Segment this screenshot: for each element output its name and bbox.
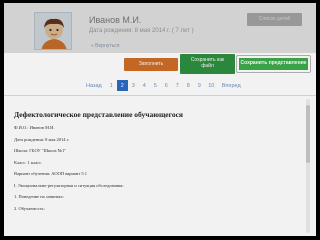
document-title: Дефектологическое представление обучающе… [14, 110, 183, 119]
birth-date: Дата рождения: 8 мая 2014 г. ( 7 лет ) [89, 28, 194, 34]
avatar [34, 12, 72, 50]
document-line: I. Эмоционально-регуляторная и ситуация … [14, 182, 124, 188]
document-scrollbar[interactable] [306, 99, 310, 233]
back-link[interactable]: « Вернуться [91, 43, 119, 49]
child-name: Иванов М.И. [89, 15, 142, 25]
pager-next[interactable]: Вперед [218, 83, 245, 89]
page-number[interactable]: 9 [194, 80, 205, 91]
page-number[interactable]: 4 [139, 80, 150, 91]
pagination: Назад 1 2 3 4 5 6 7 8 9 10 Вперед [82, 79, 245, 92]
page-number[interactable]: 6 [161, 80, 172, 91]
children-list-button[interactable]: Список детей [247, 13, 302, 26]
app-screen: Иванов М.И. Дата рождения: 8 мая 2014 г.… [4, 3, 316, 236]
document-line: 1. Поведение на занятиях: [14, 194, 64, 199]
page-number[interactable]: 1 [106, 80, 117, 91]
page-number[interactable]: 5 [150, 80, 161, 91]
document-line: Класс: 1 класс [14, 159, 42, 165]
save-as-file-button[interactable]: Сохранить как файл [180, 54, 235, 74]
document-line: Ф.И.О.: Иванов М.И. [14, 125, 55, 130]
page-number[interactable]: 8 [183, 80, 194, 91]
save-representation-button[interactable]: Сохранить представление [237, 56, 310, 72]
child-avatar-icon [35, 13, 71, 49]
fill-button[interactable]: Заполнить [124, 58, 178, 71]
document-line: 2. Обучаемость: [14, 205, 45, 211]
page-number[interactable]: 10 [205, 80, 218, 91]
document-line: Вариант обучения: АООП вариант 5.1 [14, 171, 88, 176]
content-panel: Иванов М.И. Дата рождения: 8 мая 2014 г.… [4, 3, 316, 236]
divider [4, 95, 316, 96]
document-body: Дефектологическое представление обучающе… [14, 110, 299, 217]
scrollbar-thumb[interactable] [306, 105, 310, 163]
document-line: Дата рождения: 8 мая 2014 г. [14, 136, 70, 142]
top-bar: Иванов М.И. Дата рождения: 8 мая 2014 г.… [4, 3, 316, 93]
page-number[interactable]: 3 [128, 80, 139, 91]
page-number[interactable]: 7 [172, 80, 183, 91]
page-number-current[interactable]: 2 [116, 80, 128, 91]
pager-prev[interactable]: Назад [82, 83, 106, 89]
document-line: Школа: ГБОУ "Школа №1" [14, 148, 67, 153]
